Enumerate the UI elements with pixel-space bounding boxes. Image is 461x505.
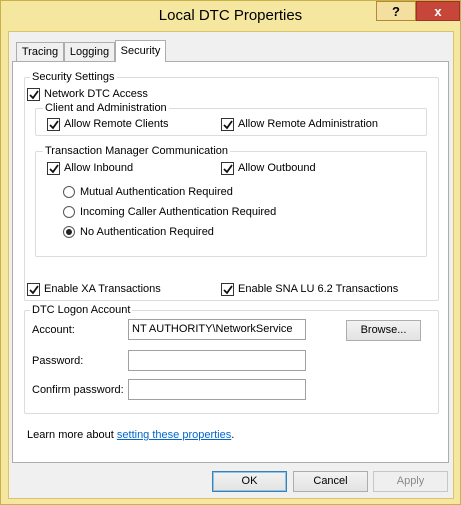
client-admin-legend: Client and Administration — [43, 101, 169, 115]
learn-more-prefix: Learn more about — [27, 429, 117, 441]
dtc-logon-account-group: DTC Logon Account Account: NT AUTHORITY\… — [24, 303, 439, 414]
radio-mutual-auth[interactable]: Mutual Authentication Required — [63, 185, 233, 199]
browse-button[interactable]: Browse... — [346, 320, 421, 341]
network-dtc-access-checkbox[interactable]: Network DTC Access — [27, 87, 148, 101]
tm-communication-group: Transaction Manager Communication Allow … — [35, 144, 427, 257]
allow-inbound-label: Allow Inbound — [64, 162, 134, 174]
radio-mutual-auth-label: Mutual Authentication Required — [80, 186, 233, 198]
learn-more-link[interactable]: setting these properties — [117, 429, 231, 441]
security-settings-group: Security Settings Network DTC Access Cli… — [24, 70, 439, 301]
allow-inbound-checkbox[interactable]: Allow Inbound — [47, 161, 133, 175]
checkbox-check-icon — [221, 282, 234, 296]
enable-xa-checkbox[interactable]: Enable XA Transactions — [27, 282, 161, 296]
enable-sna-label: Enable SNA LU 6.2 Transactions — [238, 283, 399, 295]
radio-incoming-caller-auth[interactable]: Incoming Caller Authentication Required — [63, 205, 276, 219]
enable-sna-checkbox[interactable]: Enable SNA LU 6.2 Transactions — [221, 282, 398, 296]
account-label: Account: — [32, 324, 75, 336]
allow-outbound-checkbox[interactable]: Allow Outbound — [221, 161, 316, 175]
learn-more-suffix: . — [231, 429, 235, 441]
tab-logging[interactable]: Logging — [64, 42, 115, 62]
dialog-client: Tracing Logging Security Security Settin… — [8, 31, 454, 499]
checkbox-check-icon — [221, 117, 234, 131]
account-field[interactable]: NT AUTHORITY\NetworkService — [128, 319, 306, 340]
radio-no-auth-label: No Authentication Required — [80, 226, 214, 238]
tab-security[interactable]: Security — [115, 40, 166, 62]
radio-selected-icon — [63, 226, 75, 238]
dialog-window: Local DTC Properties ? x Tracing Logging… — [0, 0, 461, 505]
ok-button[interactable]: OK — [212, 471, 287, 492]
allow-remote-clients-label: Allow Remote Clients — [64, 118, 169, 130]
confirm-password-field[interactable] — [128, 379, 306, 400]
client-admin-group: Client and Administration Allow Remote C… — [35, 101, 427, 136]
dtc-logon-account-legend: DTC Logon Account — [30, 303, 133, 317]
help-button[interactable]: ? — [376, 1, 416, 21]
apply-button[interactable]: Apply — [373, 471, 448, 492]
network-dtc-access-label: Network DTC Access — [44, 88, 148, 100]
checkbox-check-icon — [27, 282, 40, 296]
confirm-password-label: Confirm password: — [32, 384, 124, 396]
security-settings-legend: Security Settings — [30, 70, 117, 84]
checkbox-check-icon — [47, 161, 60, 175]
radio-no-auth[interactable]: No Authentication Required — [63, 225, 214, 239]
radio-incoming-caller-auth-label: Incoming Caller Authentication Required — [80, 206, 277, 218]
security-tab-panel: Security Settings Network DTC Access Cli… — [12, 61, 449, 463]
title-bar[interactable]: Local DTC Properties ? x — [1, 1, 460, 31]
password-label: Password: — [32, 355, 84, 367]
allow-remote-clients-checkbox[interactable]: Allow Remote Clients — [47, 117, 169, 131]
tab-tracing[interactable]: Tracing — [16, 42, 64, 62]
cancel-button[interactable]: Cancel — [293, 471, 368, 492]
radio-unselected-icon — [63, 206, 75, 218]
allow-outbound-label: Allow Outbound — [238, 162, 316, 174]
enable-xa-label: Enable XA Transactions — [44, 283, 161, 295]
checkbox-check-icon — [47, 117, 60, 131]
allow-remote-admin-checkbox[interactable]: Allow Remote Administration — [221, 117, 378, 131]
tm-communication-legend: Transaction Manager Communication — [43, 144, 231, 158]
allow-remote-admin-label: Allow Remote Administration — [238, 118, 379, 130]
password-field[interactable] — [128, 350, 306, 371]
learn-more-text: Learn more about setting these propertie… — [27, 429, 234, 441]
checkbox-check-icon — [221, 161, 234, 175]
close-button[interactable]: x — [416, 1, 460, 21]
radio-unselected-icon — [63, 186, 75, 198]
checkbox-check-icon — [27, 87, 40, 101]
